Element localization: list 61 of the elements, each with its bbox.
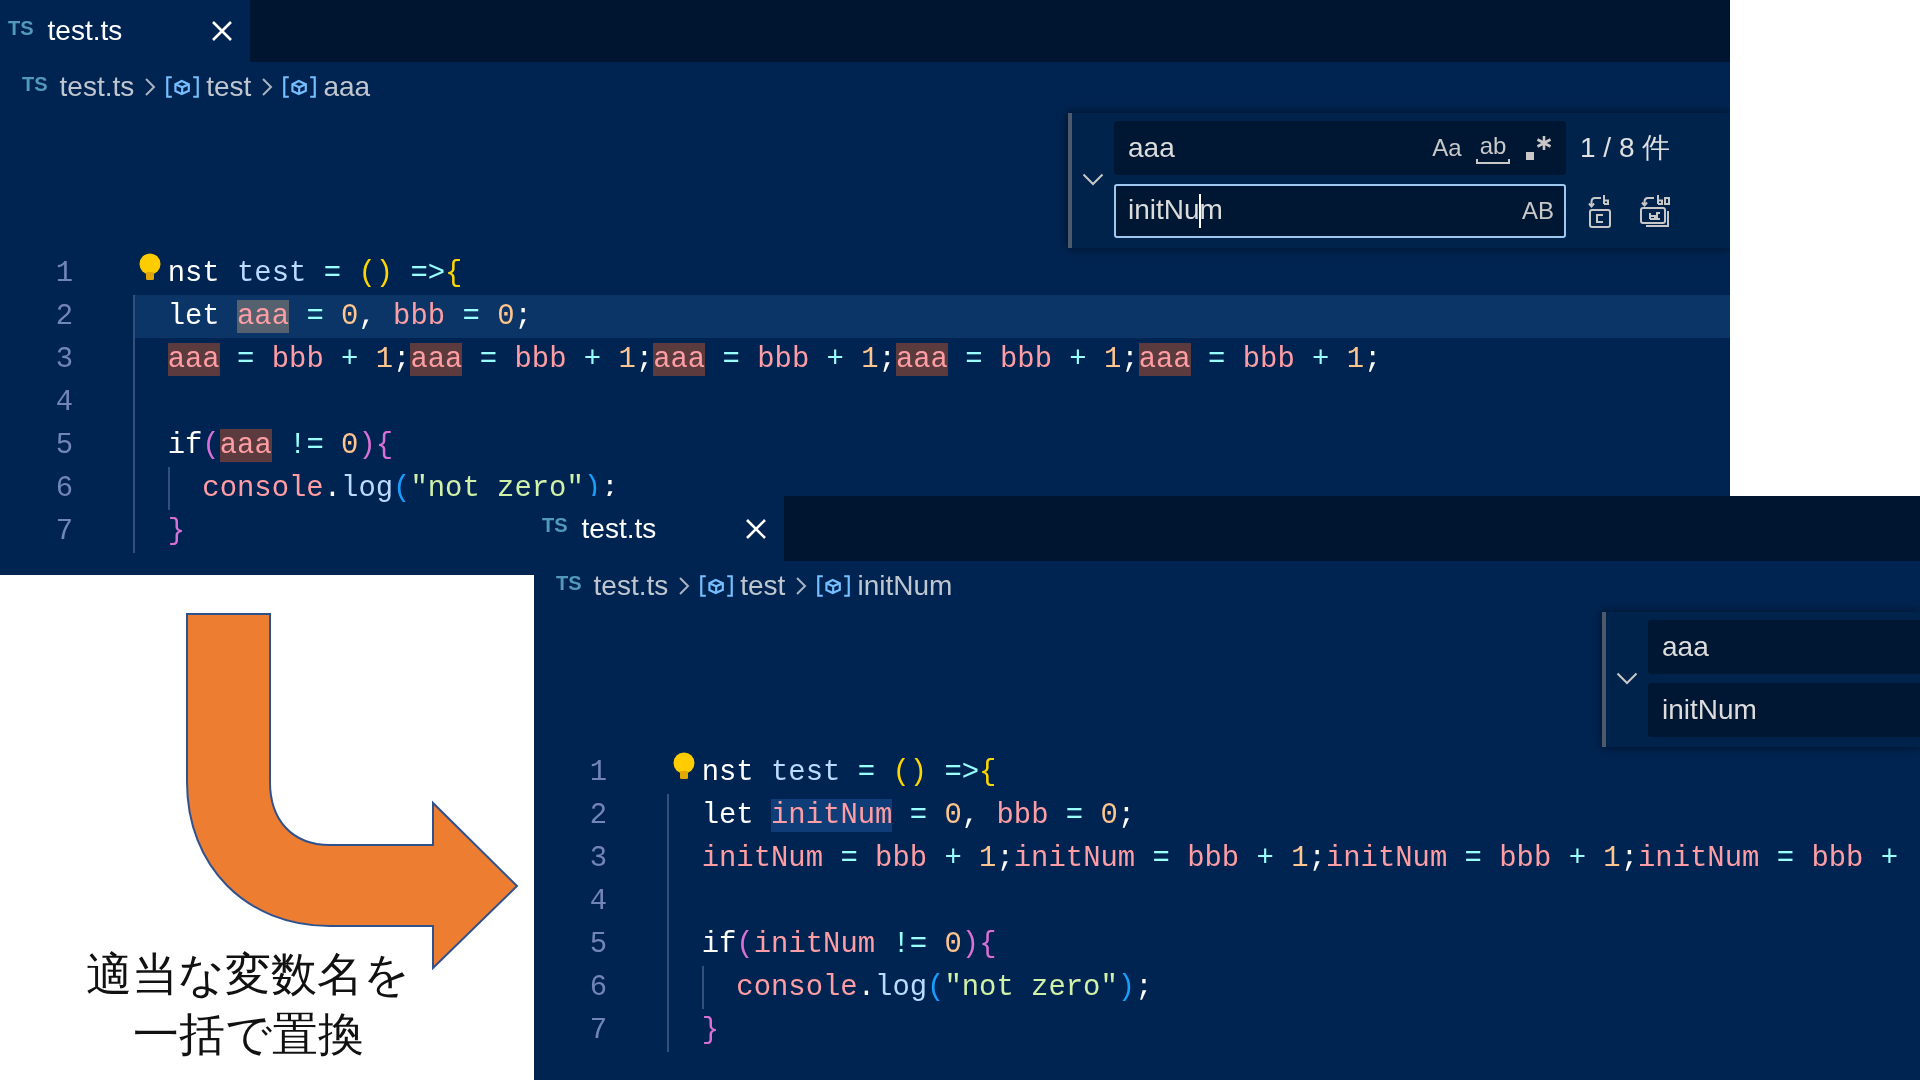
lightbulb-icon[interactable] bbox=[139, 253, 161, 281]
find-field[interactable]: aaa bbox=[1648, 620, 1920, 674]
breadcrumb-item[interactable]: TS test.ts bbox=[22, 71, 135, 103]
chevron-right-icon bbox=[678, 576, 691, 596]
chevron-down-icon bbox=[1082, 173, 1104, 186]
whole-word-toggle[interactable]: ab bbox=[1472, 128, 1514, 168]
chevron-right-icon bbox=[795, 576, 808, 596]
line-number: 7 bbox=[588, 1013, 607, 1049]
breadcrumb-item[interactable]: test bbox=[166, 71, 252, 103]
line-number: 1 bbox=[54, 256, 73, 292]
code-line: if(initNum != 0){ bbox=[701, 927, 997, 963]
breadcrumb-item[interactable]: TS test.ts bbox=[556, 570, 669, 602]
code-line: aaa = bbb + 1;aaa = bbb + 1;aaa = bbb + 1;aaa = bbb + 1;aaa = bbb + 1; bbox=[167, 342, 1382, 378]
line-number: 1 bbox=[588, 755, 607, 791]
code-line: nst test = () =>{ bbox=[701, 755, 997, 791]
line-number: 2 bbox=[588, 798, 607, 834]
regex-icon bbox=[1525, 135, 1553, 161]
code-line: if(aaa != 0){ bbox=[167, 428, 394, 464]
variable-icon bbox=[700, 575, 734, 597]
line-number: 3 bbox=[588, 841, 607, 877]
close-icon bbox=[745, 517, 767, 540]
code-line: console.log("not zero"); bbox=[736, 970, 1153, 1006]
line-number: 5 bbox=[54, 428, 73, 464]
line-number: 6 bbox=[54, 471, 73, 507]
editor-tab[interactable]: TS test.ts bbox=[0, 0, 250, 62]
lightbulb-icon[interactable] bbox=[673, 752, 695, 780]
line-number: 2 bbox=[54, 299, 73, 335]
breadcrumb-item[interactable]: aaa bbox=[283, 71, 371, 103]
breadcrumb-item[interactable]: initNum bbox=[817, 570, 953, 602]
match-count: 1 / 8 件 bbox=[1580, 131, 1671, 165]
variable-icon bbox=[283, 76, 317, 98]
variable-icon bbox=[817, 575, 851, 597]
line-number: 6 bbox=[588, 970, 607, 1006]
variable-icon bbox=[166, 76, 200, 98]
preserve-case-toggle[interactable]: AB bbox=[1518, 191, 1558, 231]
chevron-right-icon bbox=[261, 77, 274, 97]
underline-bracket-icon bbox=[1476, 158, 1510, 164]
line-number: 4 bbox=[54, 385, 73, 421]
code-line: initNum = bbb + 1;initNum = bbb + 1;initNum = bbb + 1;initNum = bbb + bbox=[701, 841, 1899, 877]
line-number: 3 bbox=[54, 342, 73, 378]
replace-all-icon bbox=[1640, 194, 1672, 228]
text-cursor-icon bbox=[1198, 194, 1201, 229]
editor-tab[interactable]: TS test.ts bbox=[534, 496, 784, 561]
line-number: 4 bbox=[588, 884, 607, 920]
code-line: let aaa = 0, bbb = 0; bbox=[167, 299, 532, 335]
code-line: } bbox=[701, 1013, 719, 1049]
replace-field[interactable]: initNum bbox=[1648, 683, 1920, 737]
caption-text: 適当な変数名を一括で置換 bbox=[85, 946, 411, 1063]
breadcrumb-item[interactable]: test bbox=[700, 570, 786, 602]
replace-icon bbox=[1588, 194, 1612, 228]
find-field[interactable]: aaa Aa ab bbox=[1114, 121, 1566, 175]
line-number: 5 bbox=[588, 927, 607, 963]
chevron-down-icon bbox=[1616, 672, 1638, 685]
code-line: nst test = () =>{ bbox=[167, 256, 463, 292]
match-case-toggle[interactable]: Aa bbox=[1428, 128, 1466, 168]
replace-field[interactable]: initNum AB bbox=[1114, 184, 1566, 238]
close-icon bbox=[211, 20, 233, 42]
chevron-right-icon bbox=[144, 77, 157, 97]
code-line: } bbox=[167, 514, 185, 550]
line-number: 7 bbox=[54, 514, 73, 550]
code-line: let initNum = 0, bbb = 0; bbox=[701, 798, 1136, 834]
